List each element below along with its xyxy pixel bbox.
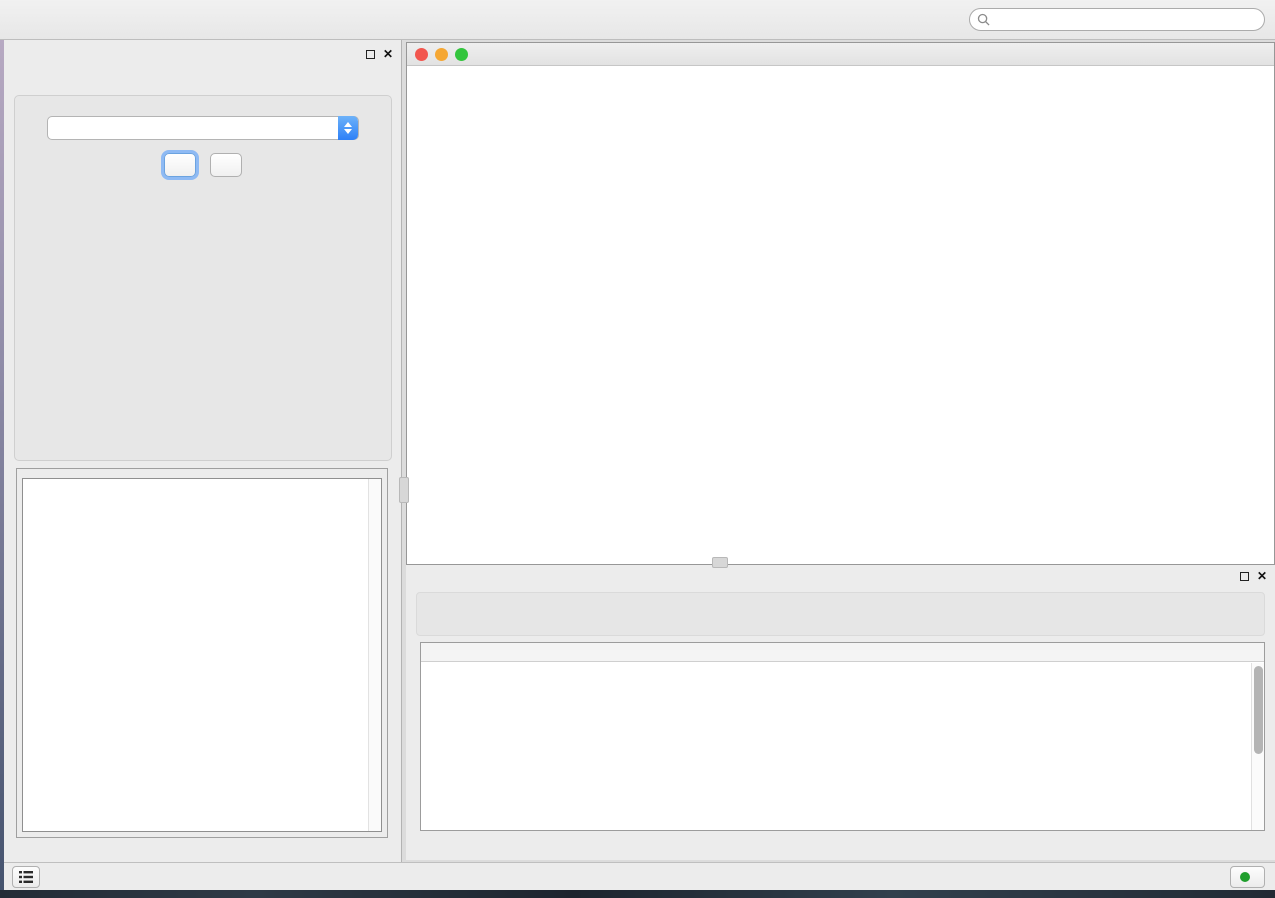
select-stepper-icon bbox=[338, 116, 358, 140]
vertical-splitter-grip[interactable] bbox=[399, 477, 409, 503]
result-list-scrollbar[interactable] bbox=[368, 479, 381, 831]
memory-status-icon bbox=[1240, 872, 1250, 882]
search-icon bbox=[977, 13, 990, 26]
mcds-result-list bbox=[22, 478, 382, 832]
desktop-background-bottom bbox=[0, 890, 1275, 898]
float-panel-icon[interactable] bbox=[366, 50, 375, 59]
table-toolbar bbox=[416, 592, 1265, 636]
mcds-result-group bbox=[16, 468, 388, 838]
list-icon bbox=[19, 871, 33, 883]
window-minimize-button[interactable] bbox=[435, 48, 448, 61]
status-bar bbox=[4, 862, 1275, 890]
application-window: ✕ bbox=[0, 0, 1275, 898]
main-toolbar bbox=[0, 0, 1275, 40]
search-input[interactable] bbox=[969, 8, 1265, 31]
network-canvas[interactable] bbox=[407, 66, 1274, 564]
node-table bbox=[420, 642, 1265, 831]
table-panel: ✕ bbox=[406, 565, 1275, 860]
criterion-select[interactable] bbox=[47, 116, 359, 140]
search-box bbox=[969, 8, 1265, 31]
run-mcds-button[interactable] bbox=[164, 153, 196, 177]
float-table-panel-icon[interactable] bbox=[1240, 572, 1249, 581]
control-panel-header: ✕ bbox=[4, 40, 401, 70]
close-table-panel-icon[interactable]: ✕ bbox=[1257, 571, 1267, 581]
mcds-tab-content bbox=[14, 95, 392, 461]
memory-button[interactable] bbox=[1230, 866, 1265, 888]
network-window-titlebar[interactable] bbox=[407, 43, 1274, 66]
table-panel-header: ✕ bbox=[406, 565, 1275, 590]
window-close-button[interactable] bbox=[415, 48, 428, 61]
status-menu-button[interactable] bbox=[12, 866, 40, 888]
horizontal-splitter-grip[interactable] bbox=[712, 557, 728, 568]
close-panel-icon[interactable]: ✕ bbox=[383, 49, 393, 59]
table-scrollbar-thumb[interactable] bbox=[1254, 666, 1263, 754]
control-panel: ✕ bbox=[4, 40, 402, 862]
close-panel-button[interactable] bbox=[210, 153, 242, 177]
table-scrollbar[interactable] bbox=[1251, 663, 1264, 830]
network-window bbox=[406, 42, 1275, 565]
window-maximize-button[interactable] bbox=[455, 48, 468, 61]
